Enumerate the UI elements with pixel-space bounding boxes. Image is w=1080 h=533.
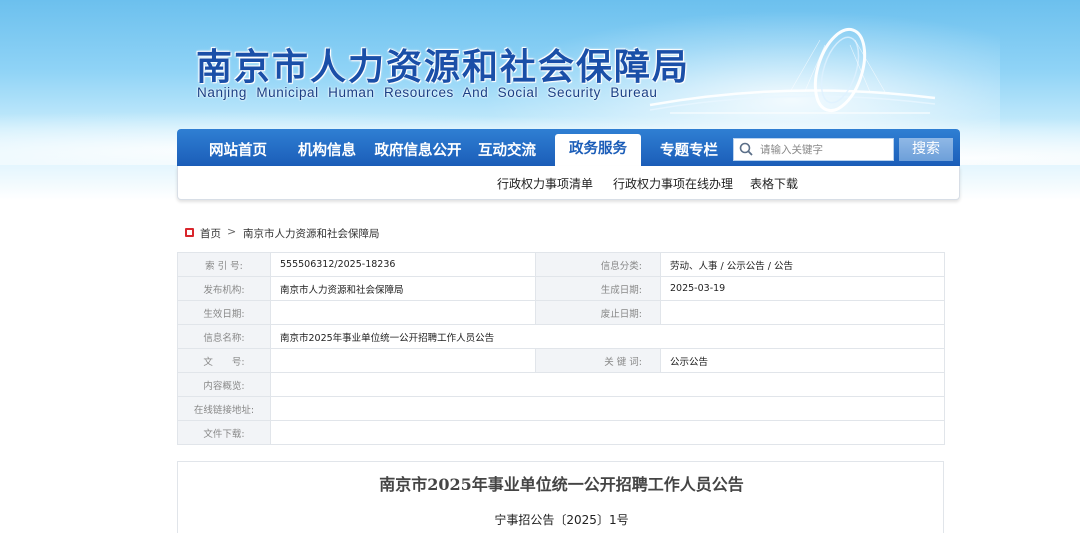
- summary-label: 内容概览:: [177, 372, 271, 397]
- table-row: 内容概览:: [177, 372, 945, 397]
- index-value: 555506312/2025-18236: [270, 252, 536, 277]
- subnav-form-download[interactable]: 表格下载: [750, 175, 798, 192]
- breadcrumb-current[interactable]: 南京市人力资源和社会保障局: [243, 226, 380, 241]
- table-row: 在线链接地址:: [177, 396, 945, 421]
- table-row: 索 引 号: 555506312/2025-18236 信息分类: 劳动、人事 …: [177, 252, 945, 277]
- expiry-date-label: 废止日期:: [535, 300, 661, 325]
- nav-special-topics[interactable]: 专题专栏: [651, 129, 727, 166]
- nav-interaction[interactable]: 互动交流: [471, 129, 543, 166]
- publisher-value: 南京市人力资源和社会保障局: [270, 276, 536, 301]
- main-nav: 网站首页 机构信息 政府信息公开 互动交流 政务服务 专题专栏 搜索: [177, 129, 960, 166]
- subnav-power-list[interactable]: 行政权力事项清单: [497, 175, 593, 192]
- category-label: 信息分类:: [535, 252, 661, 277]
- summary-value: [270, 372, 945, 397]
- created-date-value: 2025-03-19: [660, 276, 945, 301]
- info-name-value: 南京市2025年事业单位统一公开招聘工作人员公告: [270, 324, 945, 349]
- subnav-online-handling[interactable]: 行政权力事项在线办理: [613, 175, 733, 192]
- nav-home[interactable]: 网站首页: [198, 129, 278, 166]
- breadcrumb-home[interactable]: 首页: [200, 226, 221, 241]
- table-row: 文件下载:: [177, 420, 945, 445]
- doc-number-value: [270, 348, 536, 373]
- category-value: 劳动、人事 / 公示公告 / 公告: [660, 252, 945, 277]
- keywords-label: 关 键 词:: [535, 348, 661, 373]
- effective-date-label: 生效日期:: [177, 300, 271, 325]
- table-row: 生效日期: 废止日期:: [177, 300, 945, 325]
- table-row: 发布机构: 南京市人力资源和社会保障局 生成日期: 2025-03-19: [177, 276, 945, 301]
- effective-date-value: [270, 300, 536, 325]
- file-download-label: 文件下载:: [177, 420, 271, 445]
- sub-nav: 行政权力事项清单 行政权力事项在线办理 表格下载: [177, 166, 960, 200]
- home-icon: [185, 228, 194, 237]
- nav-gov-services[interactable]: 政务服务: [555, 134, 641, 166]
- article-panel: 南京市2025年事业单位统一公开招聘工作人员公告 宁事招公告〔2025〕1号: [177, 461, 944, 533]
- expiry-date-value: [660, 300, 945, 325]
- table-row: 信息名称: 南京市2025年事业单位统一公开招聘工作人员公告: [177, 324, 945, 349]
- created-date-label: 生成日期:: [535, 276, 661, 301]
- online-link-label: 在线链接地址:: [177, 396, 271, 421]
- keywords-value: 公示公告: [660, 348, 945, 373]
- online-link-value[interactable]: [270, 396, 945, 421]
- publisher-label: 发布机构:: [177, 276, 271, 301]
- table-row: 文 号: 关 键 词: 公示公告: [177, 348, 945, 373]
- search-button[interactable]: 搜索: [899, 138, 953, 161]
- search-icon[interactable]: [738, 141, 755, 158]
- info-table: 索 引 号: 555506312/2025-18236 信息分类: 劳动、人事 …: [177, 252, 945, 445]
- index-label: 索 引 号:: [177, 252, 271, 277]
- search-input[interactable]: [760, 140, 890, 159]
- file-download-value[interactable]: [270, 420, 945, 445]
- search-box: [733, 138, 894, 161]
- site-subtitle: Nanjing Municipal Human Resources And So…: [197, 85, 658, 100]
- doc-number-label: 文 号:: [177, 348, 271, 373]
- nav-org-info[interactable]: 机构信息: [289, 129, 365, 166]
- info-name-label: 信息名称:: [177, 324, 271, 349]
- article-title: 南京市2025年事业单位统一公开招聘工作人员公告: [379, 475, 744, 494]
- breadcrumb-separator: >: [227, 225, 237, 238]
- nav-gov-info-disclosure[interactable]: 政府信息公开: [373, 129, 463, 166]
- site-title: 南京市人力资源和社会保障局: [196, 46, 691, 88]
- article-doc-number: 宁事招公告〔2025〕1号: [494, 513, 629, 527]
